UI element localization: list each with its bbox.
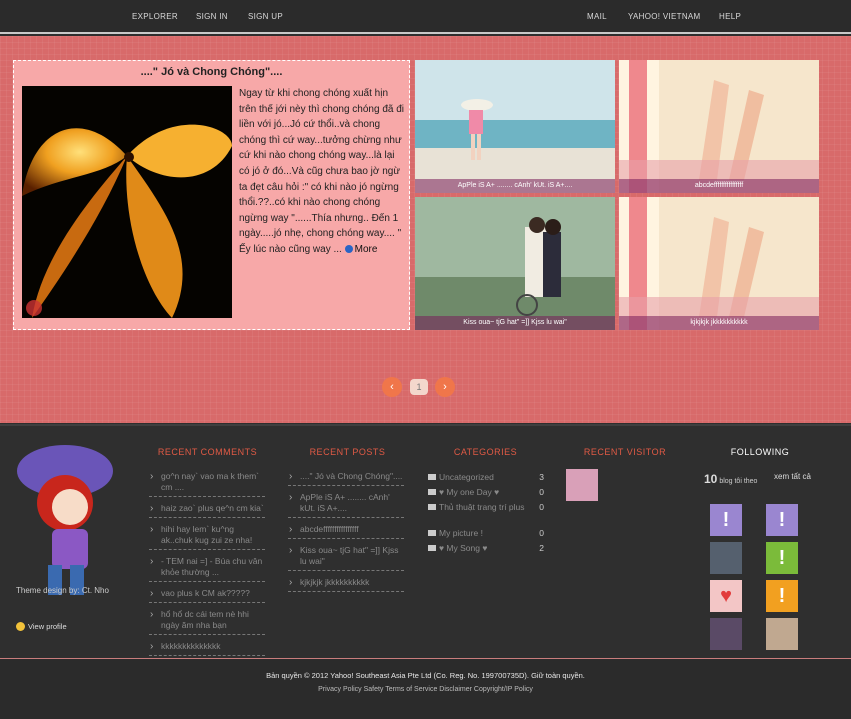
- follow-avatar[interactable]: !: [710, 504, 742, 536]
- following-count: 10: [704, 472, 718, 486]
- category-count: 3: [539, 472, 544, 482]
- comment-item[interactable]: kkkkkkkkkkkkkk: [149, 641, 265, 656]
- comment-item[interactable]: go^n nay` vao ma k them` cm ....: [149, 471, 265, 497]
- beach-image: [415, 60, 615, 193]
- featured-excerpt-text: Ngay từ khi chong chóng xuất hịn trên th…: [239, 88, 404, 255]
- category-name: My picture !: [439, 528, 483, 538]
- comment-item[interactable]: hihi hay lem` ku^ng ak..chuk kug zui ze …: [149, 524, 265, 550]
- exclamation-icon: !: [778, 547, 786, 569]
- folder-icon: [428, 489, 436, 495]
- follow-avatar[interactable]: [710, 542, 742, 574]
- featured-post: ...." Jó và Chong Chóng".... Ngay từ khi…: [13, 60, 410, 330]
- nav-sign-up[interactable]: SIGN UP: [248, 12, 283, 21]
- exclamation-icon: !: [778, 585, 786, 607]
- follow-avatar[interactable]: !: [766, 504, 798, 536]
- widget-area: Theme design by: Ct. Nho View profile RE…: [0, 424, 851, 658]
- folder-icon: [428, 530, 436, 536]
- category-name: ♥ My one Day ♥: [439, 487, 500, 497]
- more-link[interactable]: More: [344, 243, 378, 255]
- smiley-icon: [16, 622, 25, 631]
- recent-visitor-title: RECENT VISITOR: [583, 447, 667, 457]
- thumb-caption: ApPle iS A+ ........ cAnh' kUt. iS A+...…: [415, 179, 615, 193]
- pinwheel-image: [22, 86, 232, 318]
- visitor-avatar[interactable]: [566, 469, 598, 501]
- comment-item[interactable]: haiz zao` plus qe^n cm kia`: [149, 503, 265, 518]
- thumb-post-1[interactable]: ApPle iS A+ ........ cAnh' kUt. iS A+...…: [415, 60, 615, 193]
- comment-item[interactable]: vao plus k CM ak?????: [149, 588, 265, 603]
- comment-item[interactable]: - TEM nai =] - Búa chu vân khỏe thường .…: [149, 556, 265, 582]
- featured-title[interactable]: ...." Jó và Chong Chóng"....: [14, 66, 409, 78]
- thumb-caption: Kiss oua~ tjG hat" =]] Kjss lu wai": [415, 316, 615, 330]
- category-count: 2: [539, 543, 544, 553]
- recent-comments-list: go^n nay` vao ma k them` cm .... haiz za…: [149, 471, 265, 662]
- category-count: 0: [539, 528, 544, 538]
- cartoon-girl-image: [17, 445, 113, 595]
- heart-icon: ♥: [720, 585, 732, 607]
- post-item[interactable]: Kiss oua~ tjG hat" =]] Kjss lu wai": [288, 545, 404, 571]
- folder-icon: [428, 474, 436, 480]
- thumb-post-2[interactable]: abcdeffffffffffffffff: [619, 60, 819, 193]
- follow-avatar[interactable]: ♥: [710, 580, 742, 612]
- follow-avatar[interactable]: !: [766, 580, 798, 612]
- hero-slider: ...." Jó và Chong Chóng".... Ngay từ khi…: [0, 36, 851, 423]
- featured-excerpt: Ngay từ khi chong chóng xuất hịn trên th…: [239, 86, 404, 258]
- category-item[interactable]: Uncategorized 3: [428, 472, 548, 482]
- folder-icon: [428, 545, 436, 551]
- profile-avatar[interactable]: [10, 441, 130, 606]
- thumb-caption: kjkjkjk jkkkkkkkkkk: [619, 316, 819, 330]
- exclamation-icon: !: [722, 509, 730, 531]
- category-item[interactable]: ♥ My Song ♥ 2: [428, 543, 548, 553]
- thumb-post-4[interactable]: kjkjkjk jkkkkkkkkkk: [619, 197, 819, 330]
- recent-comments-title: RECENT COMMENTS: [157, 447, 258, 457]
- category-item[interactable]: ♥ My one Day ♥ 0: [428, 487, 548, 497]
- nav-yahoo-vietnam[interactable]: YAHOO! VIETNAM: [628, 12, 701, 21]
- category-item[interactable]: Thủ thuật trang trí plus 0: [428, 502, 548, 512]
- thumb-post-3[interactable]: Kiss oua~ tjG hat" =]] Kjss lu wai": [415, 197, 615, 330]
- legs-window-image: [619, 197, 819, 330]
- page-number[interactable]: 1: [410, 379, 428, 395]
- exclamation-icon: !: [778, 509, 786, 531]
- recent-posts-title: RECENT POSTS: [309, 447, 386, 457]
- thumb-caption: abcdeffffffffffffffff: [619, 179, 819, 193]
- following-title: FOLLOWING: [730, 447, 790, 457]
- copyright-text: Bản quyền © 2012 Yahoo! Southeast Asia P…: [266, 671, 585, 680]
- nav-help[interactable]: HELP: [719, 12, 741, 21]
- prev-button[interactable]: ‹: [382, 377, 402, 397]
- post-item[interactable]: ...." Jó và Chong Chóng"....: [288, 471, 404, 486]
- post-item[interactable]: kjkjkjk jkkkkkkkkkk: [288, 577, 404, 592]
- view-profile-link[interactable]: View profile: [16, 622, 67, 631]
- follow-avatar[interactable]: !: [766, 542, 798, 574]
- following-count-block: 10 blog tôi theo: [704, 472, 757, 486]
- category-count: 0: [539, 487, 544, 497]
- category-name: Thủ thuật trang trí plus: [439, 502, 525, 512]
- featured-image[interactable]: [22, 86, 232, 318]
- view-profile-label: View profile: [28, 622, 67, 631]
- next-button[interactable]: ›: [435, 377, 455, 397]
- couple-image: [415, 197, 615, 330]
- theme-credit: Theme design by: Ct. Nho: [16, 586, 109, 595]
- follow-avatar[interactable]: [710, 618, 742, 650]
- following-count-label: blog tôi theo: [719, 478, 758, 485]
- category-name: ♥ My Song ♥: [439, 543, 488, 553]
- folder-icon: [428, 504, 436, 510]
- post-item[interactable]: ApPle iS A+ ........ cAnh' kUt. iS A+...…: [288, 492, 404, 518]
- category-name: Uncategorized: [439, 472, 494, 482]
- more-icon: [344, 244, 353, 253]
- top-bar: EXPLORER SIGN IN SIGN UP MAIL YAHOO! VIE…: [0, 0, 851, 34]
- recent-posts-list: ...." Jó và Chong Chóng".... ApPle iS A+…: [288, 471, 404, 598]
- categories-title: CATEGORIES: [453, 447, 518, 457]
- follow-avatar[interactable]: [766, 618, 798, 650]
- footer-links[interactable]: Privacy Policy Safety Terms of Service D…: [0, 686, 851, 693]
- legs-window-image: [619, 60, 819, 193]
- nav-sign-in[interactable]: SIGN IN: [196, 12, 228, 21]
- post-item[interactable]: abcdeffffffffffffffff: [288, 524, 404, 539]
- more-label: More: [354, 243, 378, 255]
- comment-item[interactable]: hổ hổ dc cái tem nè hhi ngày ăm nha bạn: [149, 609, 265, 635]
- category-item[interactable]: My picture ! 0: [428, 528, 548, 538]
- see-all-link[interactable]: xem tất cả: [774, 472, 811, 481]
- nav-mail[interactable]: MAIL: [587, 12, 607, 21]
- site-footer: Bản quyền © 2012 Yahoo! Southeast Asia P…: [0, 658, 851, 719]
- category-count: 0: [539, 502, 544, 512]
- nav-explorer[interactable]: EXPLORER: [132, 12, 178, 21]
